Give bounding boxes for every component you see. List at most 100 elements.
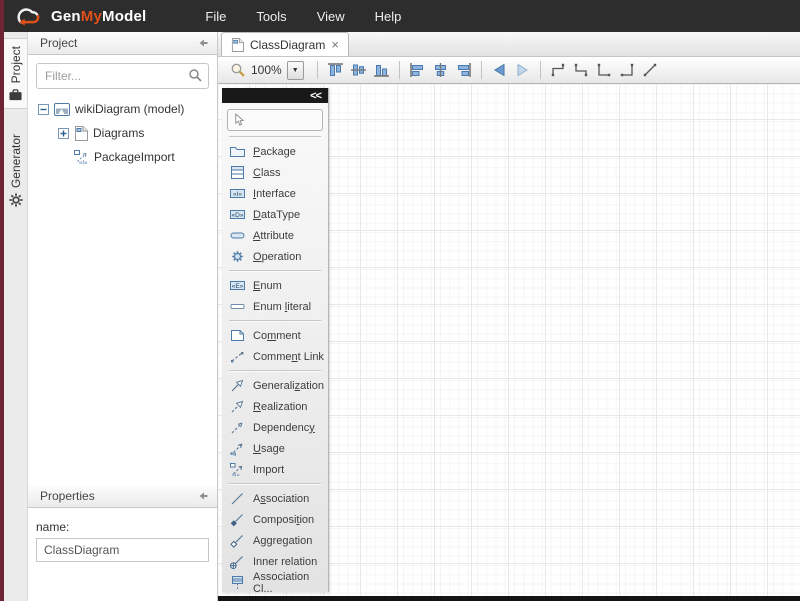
palette-item-class[interactable]: Class xyxy=(222,162,328,183)
align-left-button[interactable] xyxy=(406,60,429,81)
flip-right-button[interactable] xyxy=(511,60,534,81)
window-edge-strip xyxy=(0,0,4,601)
name-field[interactable] xyxy=(36,538,209,562)
palette-selection-tool[interactable] xyxy=(227,109,323,131)
palette-item-comment[interactable]: Comment xyxy=(222,325,328,346)
toolbar-separator xyxy=(317,61,318,79)
project-panel: Project wikiDiagram (model)Diagrams«I»Pa… xyxy=(28,32,218,485)
plus-expander-icon[interactable] xyxy=(58,128,69,139)
palette-group-divider xyxy=(229,136,321,138)
palette-item-operation[interactable]: Operation xyxy=(222,246,328,267)
filter-input[interactable] xyxy=(36,63,209,89)
flip-left-button[interactable] xyxy=(488,60,511,81)
palette-item-composition[interactable]: Composition xyxy=(222,509,328,530)
briefcase-icon xyxy=(8,88,23,101)
palette-item-enum-literal[interactable]: Enum literal xyxy=(222,296,328,317)
palette-item-import[interactable]: «I»Import xyxy=(222,459,328,480)
palette-item-label: Inner relation xyxy=(253,556,317,568)
tab-label: ClassDiagram xyxy=(250,38,325,52)
search-icon xyxy=(188,68,203,88)
palette-item-generalization[interactable]: Generalization xyxy=(222,375,328,396)
menu-bar-items: FileToolsViewHelp xyxy=(190,2,416,31)
align-middle-button[interactable] xyxy=(347,60,370,81)
palette-item-aggregation[interactable]: Aggregation xyxy=(222,530,328,551)
menu-help[interactable]: Help xyxy=(360,2,417,31)
palette-group-divider xyxy=(229,270,321,272)
connector-straight-button[interactable] xyxy=(639,60,662,81)
palette-item-label: Aggregation xyxy=(253,535,312,547)
tree-item-wikidiagram-model[interactable]: wikiDiagram (model) xyxy=(28,97,217,121)
zoom-dropdown-button[interactable]: ▼ xyxy=(287,61,304,80)
palette-item-label: Enum literal xyxy=(253,301,311,313)
package-import-icon: «I» xyxy=(74,150,89,165)
align-right-button[interactable] xyxy=(452,60,475,81)
palette-item-attribute[interactable]: Attribute xyxy=(222,225,328,246)
tree-item-label: Diagrams xyxy=(93,126,144,140)
align-center-button[interactable] xyxy=(429,60,452,81)
collapse-left-arrow-icon xyxy=(197,37,209,49)
package-icon xyxy=(229,144,246,159)
palette-collapse-button[interactable]: << xyxy=(310,90,321,102)
toolbar-separator xyxy=(481,61,482,79)
sidebar-tab-generator[interactable]: Generator xyxy=(4,127,27,214)
properties-panel-collapse-button[interactable] xyxy=(197,490,209,502)
tree-item-diagrams[interactable]: Diagrams xyxy=(28,121,217,145)
zoom-value: 100% xyxy=(251,63,282,77)
palette-item-interface[interactable]: «I» Interface xyxy=(222,183,328,204)
properties-panel: Properties name: xyxy=(28,485,218,601)
palette-item-label: Operation xyxy=(253,251,301,263)
palette-item-label: Comment xyxy=(253,330,301,342)
palette-item-datatype[interactable]: «D»DataType xyxy=(222,204,328,225)
palette-item-realization[interactable]: Realization xyxy=(222,396,328,417)
datatype-icon: «D» xyxy=(229,207,246,222)
top-menu-bar: GenMyModel FileToolsViewHelp xyxy=(0,0,800,32)
class-icon xyxy=(229,165,246,180)
comment-link-icon xyxy=(229,349,246,364)
palette-item-label: Enum xyxy=(253,280,282,292)
svg-text:«I»: «I» xyxy=(233,191,242,198)
inner-relation-icon xyxy=(229,554,246,569)
palette-item-usage[interactable]: Usage xyxy=(222,438,328,459)
toolbar-separator xyxy=(540,61,541,79)
connector-elbow-button[interactable] xyxy=(547,60,570,81)
menu-view[interactable]: View xyxy=(302,2,360,31)
align-top-button[interactable] xyxy=(324,60,347,81)
palette-group-divider xyxy=(229,320,321,322)
zoom-control: 100% ▼ xyxy=(230,61,304,80)
tab-classdiagram[interactable]: ClassDiagram × xyxy=(221,32,349,56)
palette-item-label: Interface xyxy=(253,188,296,200)
menu-tools[interactable]: Tools xyxy=(241,2,301,31)
bottom-status-strip xyxy=(218,596,800,601)
palette-item-label: Generalization xyxy=(253,380,324,392)
enum-icon: «E» xyxy=(229,278,246,293)
connector-corner-left-button[interactable] xyxy=(593,60,616,81)
palette-item-label: Realization xyxy=(253,401,307,413)
palette-item-package[interactable]: Package xyxy=(222,141,328,162)
properties-panel-title: Properties xyxy=(40,489,95,503)
palette-item-inner-relation[interactable]: Inner relation xyxy=(222,551,328,572)
palette-item-comment-link[interactable]: Comment Link xyxy=(222,346,328,367)
association-icon xyxy=(229,491,246,506)
palette-item-label: Association Cl... xyxy=(253,571,328,595)
connector-corner-right-button[interactable] xyxy=(616,60,639,81)
palette-item-association-cl[interactable]: Association Cl... xyxy=(222,572,328,593)
menu-file[interactable]: File xyxy=(190,2,241,31)
zoom-magnifier-icon xyxy=(230,62,246,78)
side-tab-strip: Project Generator xyxy=(4,32,28,601)
sidebar-tab-project[interactable]: Project xyxy=(4,38,27,109)
tab-close-button[interactable]: × xyxy=(331,38,339,51)
palette-item-dependency[interactable]: Dependency xyxy=(222,417,328,438)
palette-item-enum[interactable]: «E» Enum xyxy=(222,275,328,296)
sidebar-tab-project-label: Project xyxy=(9,46,23,83)
connector-zigzag-button[interactable] xyxy=(570,60,593,81)
palette-items: PackageClass «I» Interface «D»DataTypeAttri… xyxy=(222,136,328,593)
generalization-icon xyxy=(229,378,246,393)
operation-icon xyxy=(229,249,246,264)
tree-item-packageimport[interactable]: «I»PackageImport xyxy=(28,145,217,169)
minus-expander-icon[interactable] xyxy=(38,104,49,115)
genmymodel-brand: GenMyModel xyxy=(12,5,146,28)
palette-item-association[interactable]: Association xyxy=(222,488,328,509)
align-bottom-button[interactable] xyxy=(370,60,393,81)
project-panel-collapse-button[interactable] xyxy=(197,37,209,49)
palette-group-divider xyxy=(229,483,321,485)
